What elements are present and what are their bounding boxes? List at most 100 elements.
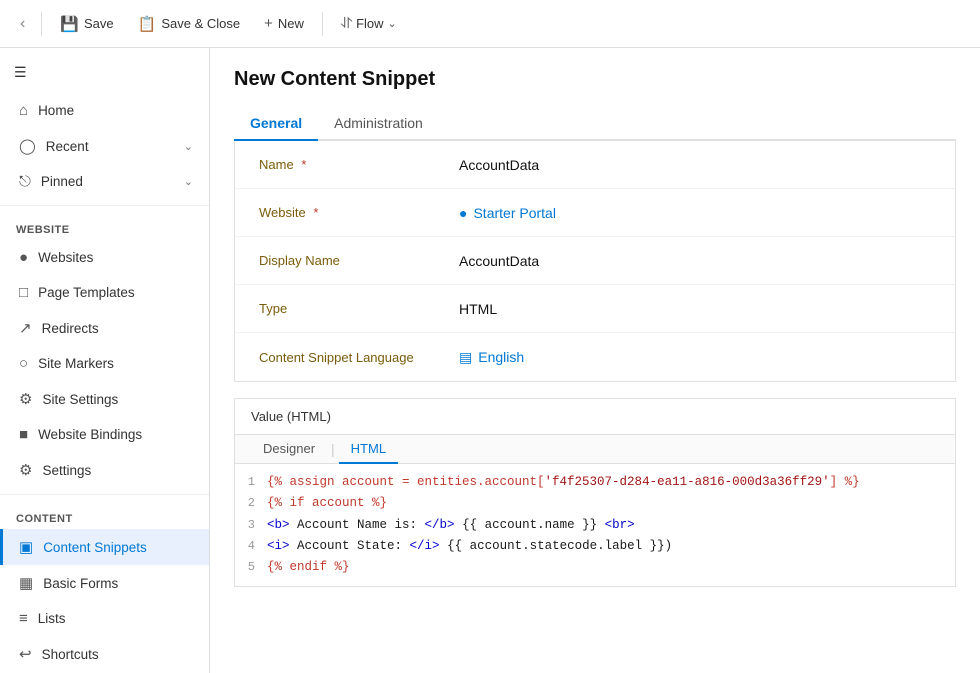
- sidebar-item-label: Website Bindings: [38, 427, 142, 442]
- sidebar-item-label: Lists: [38, 611, 66, 626]
- back-button[interactable]: ‹: [12, 10, 33, 38]
- form-row-website: Website * ● Starter Portal: [235, 189, 955, 237]
- code-editor[interactable]: 1{% assign account = entities.account['f…: [235, 464, 955, 586]
- line-content: {% if account %}: [267, 493, 955, 514]
- sidebar-item-home[interactable]: ⌂ Home: [0, 93, 209, 128]
- website-bindings-icon: ■: [19, 426, 28, 443]
- save-button[interactable]: 💾 Save: [50, 10, 123, 38]
- website-section-label: Website: [0, 212, 209, 240]
- basic-forms-icon: ▦: [19, 574, 33, 592]
- flow-chevron-icon: ⌄: [388, 17, 397, 30]
- sidebar-item-website-bindings[interactable]: ■ Website Bindings: [0, 417, 209, 452]
- sidebar-item-label: Settings: [42, 463, 91, 478]
- sidebar-item-label: Pinned: [41, 174, 83, 189]
- line-number: 5: [235, 557, 267, 578]
- lists-icon: ≡: [19, 610, 28, 627]
- content-area: New Content Snippet General Administrati…: [210, 48, 980, 673]
- toolbar: ‹ 💾 Save 📋 Save & Close + New ⥯ Flow ⌄: [0, 0, 980, 48]
- type-label: Type: [259, 301, 459, 316]
- sidebar-item-recent[interactable]: ◯ Recent ⌄: [0, 128, 209, 164]
- websites-icon: ●: [19, 249, 28, 266]
- line-number: 3: [235, 515, 267, 536]
- sidebar-item-content-snippets[interactable]: ▣ Content Snippets: [0, 529, 209, 565]
- tab-general[interactable]: General: [234, 107, 318, 141]
- tab-administration[interactable]: Administration: [318, 107, 439, 141]
- home-icon: ⌂: [19, 102, 28, 119]
- sidebar-item-label: Redirects: [42, 321, 99, 336]
- display-name-value: AccountData: [459, 253, 539, 269]
- content-snippets-icon: ▣: [19, 538, 33, 556]
- sidebar-item-site-settings[interactable]: ⚙ Site Settings: [0, 381, 209, 417]
- line-content: {% assign account = entities.account['f4…: [267, 472, 955, 493]
- language-value: English: [478, 349, 524, 365]
- shortcuts-icon: ↩: [19, 645, 32, 663]
- save-icon: 💾: [60, 15, 79, 33]
- line-number: 2: [235, 493, 267, 514]
- globe-icon: ●: [459, 205, 467, 221]
- toolbar-separator-2: [322, 12, 323, 36]
- display-name-label: Display Name: [259, 253, 459, 268]
- sidebar-item-pinned[interactable]: ⎋ Pinned ⌄: [0, 164, 209, 199]
- website-link[interactable]: ● Starter Portal: [459, 205, 556, 221]
- code-line: 1{% assign account = entities.account['f…: [235, 472, 955, 493]
- toolbar-separator-1: [41, 12, 42, 36]
- page-tabs: General Administration: [234, 107, 956, 141]
- chevron-down-icon: ⌄: [184, 140, 193, 153]
- sidebar-item-label: Content Snippets: [43, 540, 147, 555]
- required-marker: *: [301, 157, 306, 172]
- sidebar-item-label: Site Markers: [38, 356, 114, 371]
- tab-html[interactable]: HTML: [339, 435, 398, 464]
- sidebar-item-page-templates[interactable]: □ Page Templates: [0, 275, 209, 310]
- tab-designer[interactable]: Designer: [251, 435, 327, 464]
- sidebar-item-label: Recent: [46, 139, 89, 154]
- new-button[interactable]: + New: [254, 10, 314, 37]
- website-value: Starter Portal: [473, 205, 555, 221]
- save-close-label: Save & Close: [161, 16, 240, 31]
- language-label: Content Snippet Language: [259, 350, 459, 365]
- line-content: <b> Account Name is: </b> {{ account.nam…: [267, 515, 955, 536]
- new-label: New: [278, 16, 304, 31]
- sidebar-item-settings[interactable]: ⚙ Settings: [0, 452, 209, 488]
- sidebar-item-websites[interactable]: ● Websites: [0, 240, 209, 275]
- sidebar-item-site-markers[interactable]: ○ Site Markers: [0, 346, 209, 381]
- form-row-name: Name * AccountData: [235, 141, 955, 189]
- sidebar-item-label: Site Settings: [42, 392, 118, 407]
- form-row-language: Content Snippet Language ▤ English: [235, 333, 955, 381]
- type-value: HTML: [459, 301, 497, 317]
- line-number: 4: [235, 536, 267, 557]
- form-row-type: Type HTML: [235, 285, 955, 333]
- save-close-button[interactable]: 📋 Save & Close: [128, 10, 250, 38]
- flow-icon: ⥯: [341, 15, 352, 32]
- code-line: 3<b> Account Name is: </b> {{ account.na…: [235, 515, 955, 536]
- site-settings-icon: ⚙: [19, 390, 32, 408]
- line-number: 1: [235, 472, 267, 493]
- new-icon: +: [264, 15, 273, 32]
- value-section: Value (HTML) Designer | HTML 1{% assign …: [234, 398, 956, 587]
- page-title: New Content Snippet: [234, 68, 956, 91]
- sidebar-item-basic-forms[interactable]: ▦ Basic Forms: [0, 565, 209, 601]
- code-line: 5{% endif %}: [235, 557, 955, 578]
- pinned-icon: ⎋: [19, 173, 31, 190]
- code-line: 4<i> Account State: </i> {{ account.stat…: [235, 536, 955, 557]
- form-card: Name * AccountData Website * ● Starter P…: [234, 141, 956, 382]
- save-label: Save: [84, 16, 114, 31]
- value-section-header: Value (HTML): [235, 399, 955, 435]
- sidebar-divider-2: [0, 494, 209, 495]
- flow-button[interactable]: ⥯ Flow ⌄: [331, 10, 407, 37]
- main-layout: ☰ ⌂ Home ◯ Recent ⌄ ⎋ Pinned ⌄ Website ●…: [0, 48, 980, 673]
- save-close-icon: 📋: [138, 15, 157, 33]
- language-globe-icon: ▤: [459, 349, 472, 366]
- sidebar-item-redirects[interactable]: ↗ Redirects: [0, 310, 209, 346]
- value-tabs: Designer | HTML: [235, 435, 955, 464]
- website-label: Website *: [259, 205, 459, 220]
- language-link[interactable]: ▤ English: [459, 349, 524, 366]
- sidebar-item-shortcuts[interactable]: ↩ Shortcuts: [0, 636, 209, 672]
- hamburger-icon: ☰: [14, 64, 27, 80]
- hamburger-button[interactable]: ☰: [0, 56, 209, 93]
- sidebar-item-label: Shortcuts: [42, 647, 99, 662]
- chevron-down-icon: ⌄: [184, 175, 193, 188]
- sidebar: ☰ ⌂ Home ◯ Recent ⌄ ⎋ Pinned ⌄ Website ●…: [0, 48, 210, 673]
- name-value: AccountData: [459, 157, 539, 173]
- sidebar-item-lists[interactable]: ≡ Lists: [0, 601, 209, 636]
- page-templates-icon: □: [19, 284, 28, 301]
